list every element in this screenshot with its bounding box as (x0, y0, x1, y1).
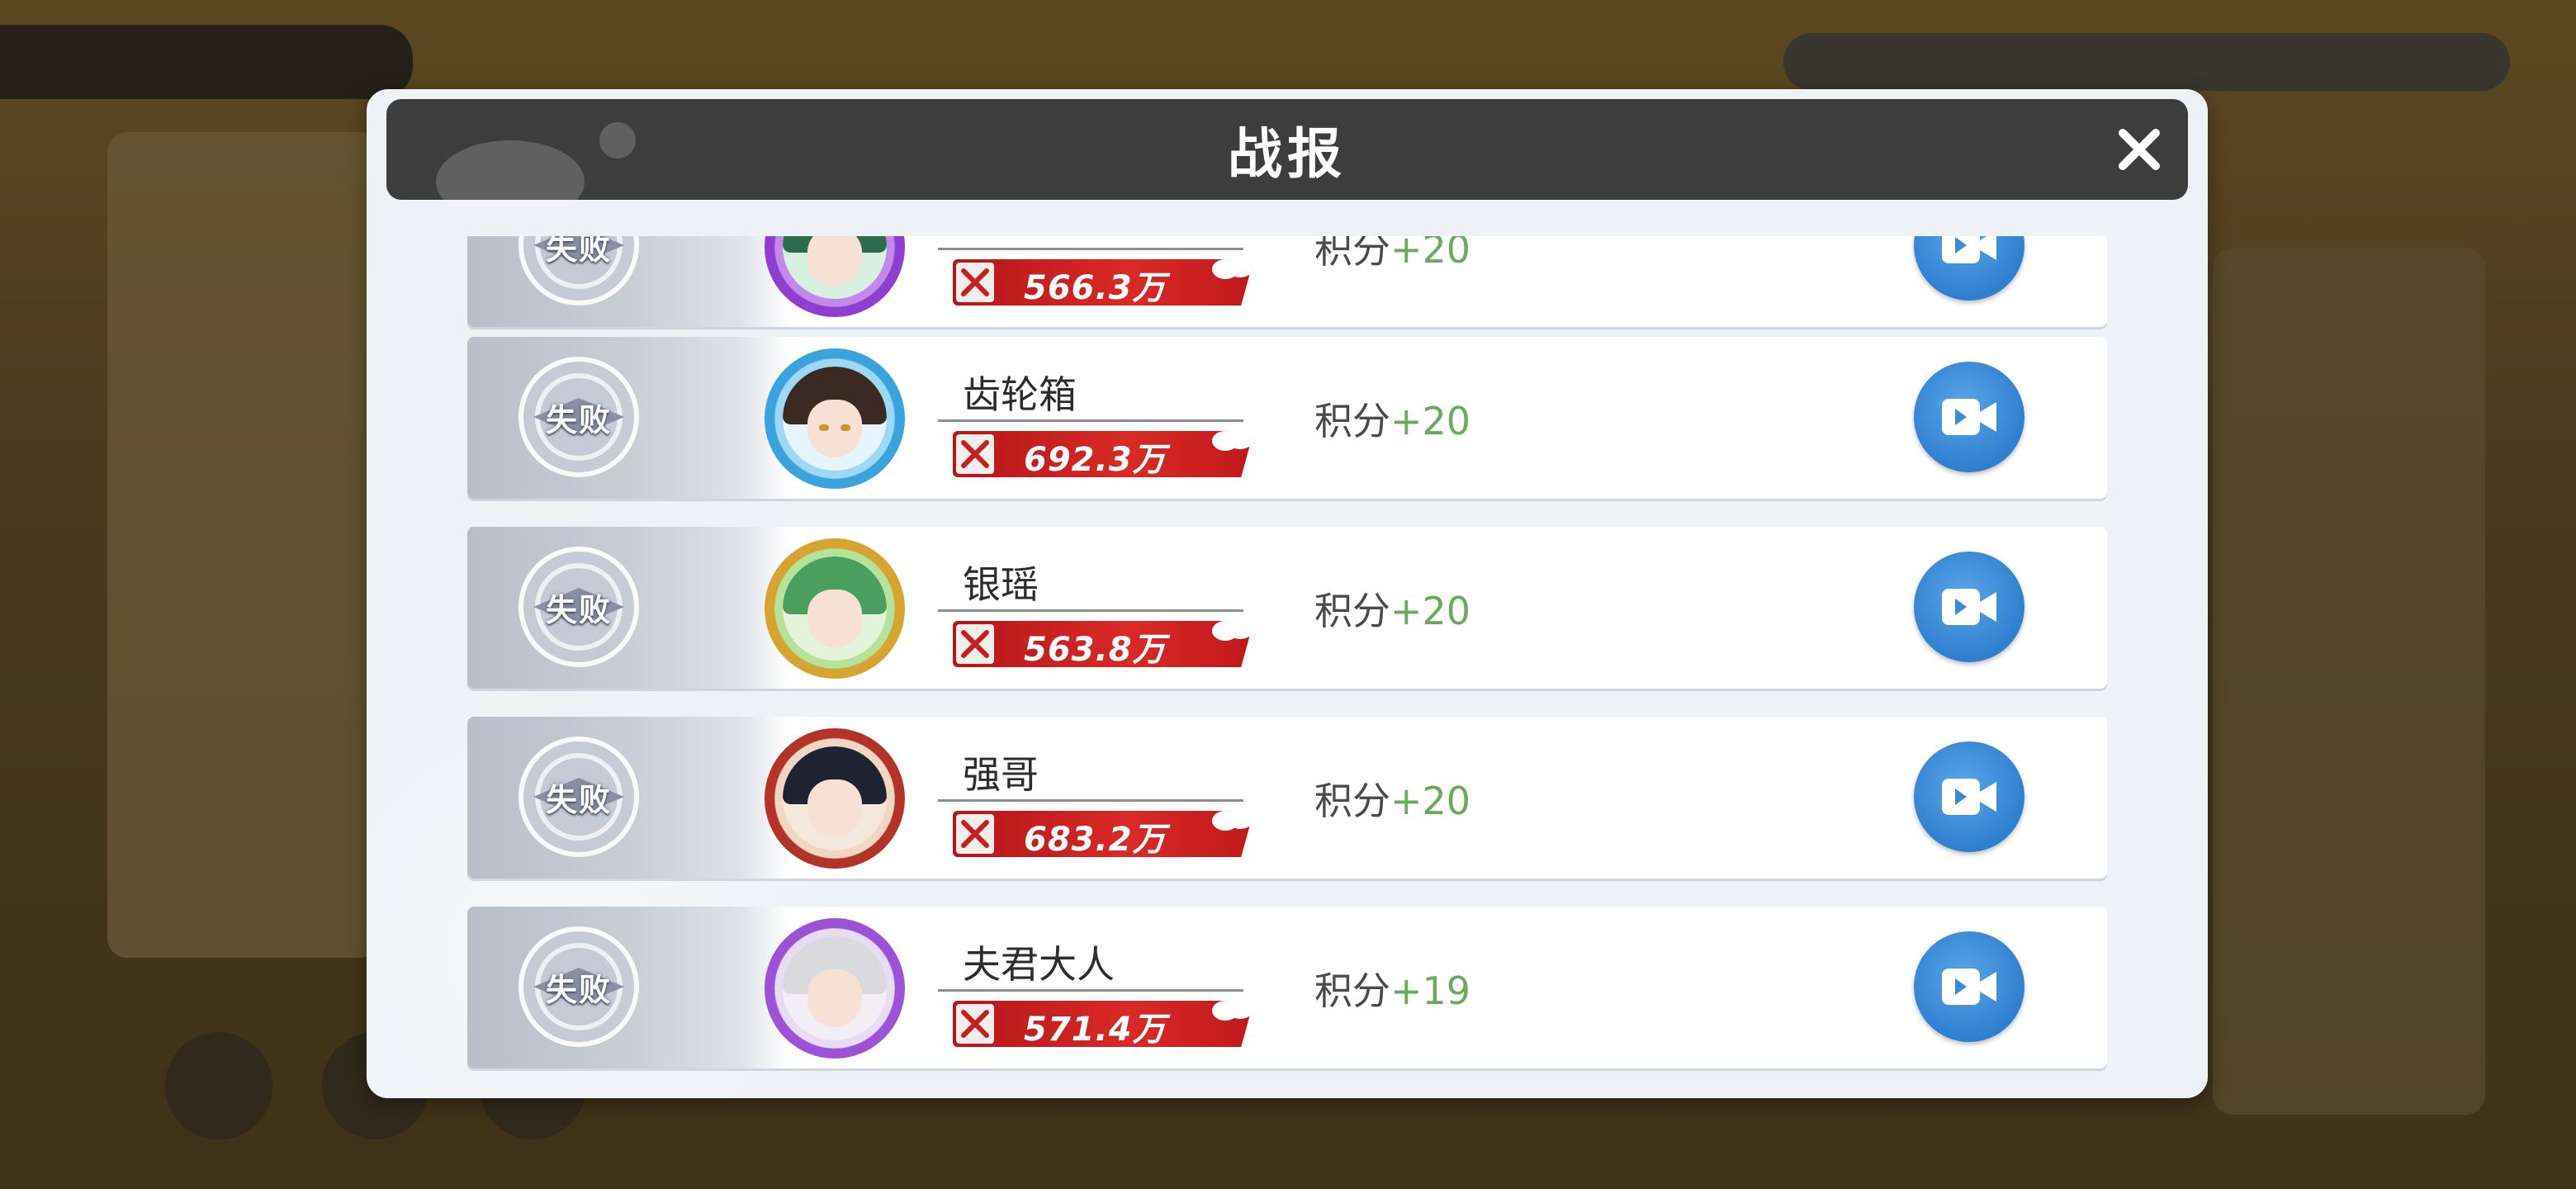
power-value: 692.3万 (1024, 441, 1167, 479)
score-change: 积分+20 (1314, 779, 1471, 823)
name-divider (938, 248, 1243, 250)
dialog-title-bar: 战报 (386, 99, 2188, 206)
power-value: 566.3万 (1024, 269, 1167, 307)
video-camera-icon (1942, 589, 1996, 625)
crossed-swords-icon (956, 434, 994, 474)
player-name: 银瑶 (963, 562, 1039, 607)
video-camera-icon (1942, 969, 1996, 1005)
result-label: 失败 (545, 401, 612, 438)
power-badge: 683.2万 (953, 806, 1267, 860)
replay-button[interactable] (1914, 931, 2024, 1042)
name-divider (938, 799, 1243, 802)
power-value: 571.4万 (1024, 1011, 1167, 1049)
close-button[interactable] (2114, 124, 2165, 175)
avatar (765, 348, 905, 489)
background-right-panel (2213, 248, 2485, 1115)
result-label: 失败 (545, 591, 612, 628)
name-divider (938, 989, 1243, 992)
close-icon (2119, 129, 2160, 170)
score-change: 积分+20 (1314, 589, 1471, 633)
cloud-decoration (1212, 806, 1255, 831)
result-label: 失败 (545, 236, 612, 267)
crossed-swords-icon (956, 263, 994, 302)
avatar (765, 728, 905, 869)
result-label: 失败 (545, 971, 612, 1008)
name-divider (938, 419, 1243, 422)
power-badge: 566.3万 (953, 254, 1267, 309)
replay-button[interactable] (1914, 236, 2024, 301)
replay-button[interactable] (1914, 362, 2024, 472)
crossed-swords-icon (956, 814, 994, 854)
video-camera-icon (1942, 779, 1996, 815)
background-round-button (165, 1032, 272, 1139)
avatar (765, 918, 905, 1059)
cloud-decoration (1212, 996, 1255, 1021)
score-change: 积分+20 (1314, 236, 1471, 272)
video-camera-icon (1942, 236, 1996, 263)
battle-report-list[interactable]: 失败 566.3万 积分+20 失败 齿轮箱 692.3万 积分+20 失败 银… (367, 89, 2208, 1098)
replay-button[interactable] (1914, 741, 2024, 852)
video-camera-icon (1942, 399, 1996, 435)
power-value: 563.8万 (1024, 631, 1167, 669)
battle-row: 失败 566.3万 积分+20 (467, 236, 2107, 327)
power-badge: 563.8万 (953, 616, 1267, 670)
cloud-decoration (1212, 426, 1255, 451)
crossed-swords-icon (956, 1004, 994, 1044)
result-badge: 失败 (517, 236, 641, 307)
cloud-decoration (1212, 254, 1255, 279)
player-name: 夫君大人 (963, 942, 1115, 987)
result-badge: 失败 (517, 735, 641, 859)
avatar (765, 538, 905, 679)
result-badge: 失败 (517, 925, 641, 1049)
score-change: 积分+19 (1314, 969, 1471, 1013)
power-badge: 692.3万 (953, 426, 1267, 481)
cloud-decoration (1212, 616, 1255, 641)
battle-row: 失败 夫君大人 571.4万 积分+19 (467, 907, 2107, 1068)
cat-decoration-icon (436, 122, 636, 206)
battle-row: 失败 齿轮箱 692.3万 积分+20 (467, 337, 2107, 499)
battle-report-dialog: 失败 566.3万 积分+20 失败 齿轮箱 692.3万 积分+20 失败 银… (367, 89, 2208, 1098)
result-label: 失败 (545, 781, 612, 818)
crossed-swords-icon (956, 624, 994, 664)
avatar (765, 236, 905, 317)
background-top-right-bar (1783, 33, 2510, 91)
result-badge: 失败 (517, 355, 641, 479)
player-name: 齿轮箱 (963, 372, 1077, 417)
score-change: 积分+20 (1314, 399, 1471, 443)
replay-button[interactable] (1914, 552, 2024, 662)
power-value: 683.2万 (1024, 821, 1167, 859)
battle-row: 失败 强哥 683.2万 积分+20 (467, 717, 2107, 879)
background-top-left-bar (0, 25, 413, 99)
power-badge: 571.4万 (953, 996, 1267, 1050)
player-name: 强哥 (963, 752, 1039, 797)
dialog-title: 战报 (1228, 122, 1347, 186)
background-left-panel (107, 132, 380, 958)
result-badge: 失败 (517, 545, 641, 669)
battle-row: 失败 银瑶 563.8万 积分+20 (467, 527, 2107, 689)
name-divider (938, 609, 1243, 612)
